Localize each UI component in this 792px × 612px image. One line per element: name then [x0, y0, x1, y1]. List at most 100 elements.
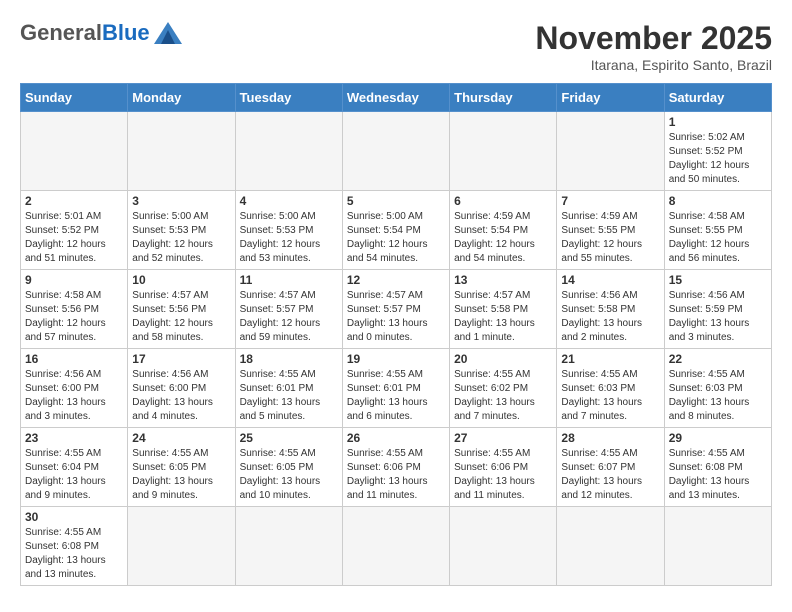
day-of-week-header: Tuesday: [235, 84, 342, 112]
day-number: 27: [454, 431, 552, 445]
calendar-cell: [235, 507, 342, 586]
calendar-week-row: 23 Sunrise: 4:55 AM Sunset: 6:04 PM Dayli…: [21, 428, 772, 507]
calendar-cell: [664, 507, 771, 586]
day-of-week-header: Friday: [557, 84, 664, 112]
logo-icon: [154, 22, 182, 44]
day-number: 15: [669, 273, 767, 287]
day-number: 18: [240, 352, 338, 366]
logo-blue: Blue: [102, 20, 150, 46]
day-info: Sunrise: 4:57 AM Sunset: 5:56 PM Dayligh…: [132, 289, 230, 345]
day-info: Sunrise: 5:00 AM Sunset: 5:53 PM Dayligh…: [132, 210, 230, 266]
day-of-week-header: Thursday: [450, 84, 557, 112]
calendar-week-row: 2 Sunrise: 5:01 AM Sunset: 5:52 PM Daylig…: [21, 191, 772, 270]
day-number: 6: [454, 194, 552, 208]
day-number: 10: [132, 273, 230, 287]
day-info: Sunrise: 4:56 AM Sunset: 5:59 PM Dayligh…: [669, 289, 767, 345]
day-number: 17: [132, 352, 230, 366]
calendar-cell: 13 Sunrise: 4:57 AM Sunset: 5:58 PM Dayli…: [450, 270, 557, 349]
day-info: Sunrise: 4:55 AM Sunset: 6:05 PM Dayligh…: [132, 447, 230, 503]
day-number: 2: [25, 194, 123, 208]
calendar-cell: 7 Sunrise: 4:59 AM Sunset: 5:55 PM Daylig…: [557, 191, 664, 270]
day-info: Sunrise: 4:55 AM Sunset: 6:01 PM Dayligh…: [240, 368, 338, 424]
day-number: 23: [25, 431, 123, 445]
day-info: Sunrise: 4:55 AM Sunset: 6:02 PM Dayligh…: [454, 368, 552, 424]
day-number: 26: [347, 431, 445, 445]
calendar-cell: 19 Sunrise: 4:55 AM Sunset: 6:01 PM Dayli…: [342, 349, 449, 428]
day-info: Sunrise: 4:56 AM Sunset: 6:00 PM Dayligh…: [132, 368, 230, 424]
day-info: Sunrise: 4:55 AM Sunset: 6:05 PM Dayligh…: [240, 447, 338, 503]
calendar-week-row: 16 Sunrise: 4:56 AM Sunset: 6:00 PM Dayli…: [21, 349, 772, 428]
day-info: Sunrise: 4:55 AM Sunset: 6:07 PM Dayligh…: [561, 447, 659, 503]
month-title: November 2025: [535, 20, 772, 57]
calendar-cell: 18 Sunrise: 4:55 AM Sunset: 6:01 PM Dayli…: [235, 349, 342, 428]
day-number: 14: [561, 273, 659, 287]
day-info: Sunrise: 4:58 AM Sunset: 5:56 PM Dayligh…: [25, 289, 123, 345]
calendar-cell: 11 Sunrise: 4:57 AM Sunset: 5:57 PM Dayli…: [235, 270, 342, 349]
day-number: 11: [240, 273, 338, 287]
calendar-cell: [235, 112, 342, 191]
day-info: Sunrise: 4:57 AM Sunset: 5:57 PM Dayligh…: [347, 289, 445, 345]
calendar-week-row: 9 Sunrise: 4:58 AM Sunset: 5:56 PM Daylig…: [21, 270, 772, 349]
day-number: 20: [454, 352, 552, 366]
calendar-table: SundayMondayTuesdayWednesdayThursdayFrid…: [20, 83, 772, 586]
day-number: 1: [669, 115, 767, 129]
day-number: 16: [25, 352, 123, 366]
calendar-cell: 14Sunrise: 4:56 AM Sunset: 5:58 PM Dayli…: [557, 270, 664, 349]
calendar-cell: [557, 507, 664, 586]
calendar-cell: 5Sunrise: 5:00 AM Sunset: 5:54 PM Daylig…: [342, 191, 449, 270]
calendar-cell: 23 Sunrise: 4:55 AM Sunset: 6:04 PM Dayli…: [21, 428, 128, 507]
day-info: Sunrise: 4:57 AM Sunset: 5:57 PM Dayligh…: [240, 289, 338, 345]
calendar-cell: 29Sunrise: 4:55 AM Sunset: 6:08 PM Dayli…: [664, 428, 771, 507]
day-number: 24: [132, 431, 230, 445]
day-number: 8: [669, 194, 767, 208]
day-of-week-header: Monday: [128, 84, 235, 112]
day-number: 12: [347, 273, 445, 287]
location-subtitle: Itarana, Espirito Santo, Brazil: [535, 57, 772, 73]
day-info: Sunrise: 4:55 AM Sunset: 6:04 PM Dayligh…: [25, 447, 123, 503]
day-number: 22: [669, 352, 767, 366]
calendar-cell: [128, 507, 235, 586]
calendar-cell: 26Sunrise: 4:55 AM Sunset: 6:06 PM Dayli…: [342, 428, 449, 507]
day-info: Sunrise: 5:02 AM Sunset: 5:52 PM Dayligh…: [669, 131, 767, 187]
day-info: Sunrise: 5:00 AM Sunset: 5:53 PM Dayligh…: [240, 210, 338, 266]
calendar-cell: [450, 507, 557, 586]
day-info: Sunrise: 4:55 AM Sunset: 6:06 PM Dayligh…: [454, 447, 552, 503]
calendar-cell: 6 Sunrise: 4:59 AM Sunset: 5:54 PM Daylig…: [450, 191, 557, 270]
calendar-cell: 2 Sunrise: 5:01 AM Sunset: 5:52 PM Daylig…: [21, 191, 128, 270]
calendar-cell: 30Sunrise: 4:55 AM Sunset: 6:08 PM Dayli…: [21, 507, 128, 586]
day-info: Sunrise: 5:01 AM Sunset: 5:52 PM Dayligh…: [25, 210, 123, 266]
day-number: 9: [25, 273, 123, 287]
logo: General Blue: [20, 20, 182, 46]
calendar-cell: 10 Sunrise: 4:57 AM Sunset: 5:56 PM Dayli…: [128, 270, 235, 349]
calendar-cell: 12 Sunrise: 4:57 AM Sunset: 5:57 PM Dayli…: [342, 270, 449, 349]
day-info: Sunrise: 4:59 AM Sunset: 5:54 PM Dayligh…: [454, 210, 552, 266]
day-info: Sunrise: 4:58 AM Sunset: 5:55 PM Dayligh…: [669, 210, 767, 266]
day-info: Sunrise: 4:59 AM Sunset: 5:55 PM Dayligh…: [561, 210, 659, 266]
day-number: 13: [454, 273, 552, 287]
calendar-cell: 17 Sunrise: 4:56 AM Sunset: 6:00 PM Dayli…: [128, 349, 235, 428]
calendar-cell: 25 Sunrise: 4:55 AM Sunset: 6:05 PM Dayli…: [235, 428, 342, 507]
calendar-cell: 20 Sunrise: 4:55 AM Sunset: 6:02 PM Dayli…: [450, 349, 557, 428]
calendar-cell: 16 Sunrise: 4:56 AM Sunset: 6:00 PM Dayli…: [21, 349, 128, 428]
day-number: 7: [561, 194, 659, 208]
day-number: 19: [347, 352, 445, 366]
calendar-cell: 21Sunrise: 4:55 AM Sunset: 6:03 PM Dayli…: [557, 349, 664, 428]
day-info: Sunrise: 4:55 AM Sunset: 6:08 PM Dayligh…: [25, 526, 123, 582]
calendar-week-row: 1 Sunrise: 5:02 AM Sunset: 5:52 PM Daylig…: [21, 112, 772, 191]
day-info: Sunrise: 4:57 AM Sunset: 5:58 PM Dayligh…: [454, 289, 552, 345]
day-number: 21: [561, 352, 659, 366]
day-number: 25: [240, 431, 338, 445]
calendar-cell: 28Sunrise: 4:55 AM Sunset: 6:07 PM Dayli…: [557, 428, 664, 507]
calendar-cell: 27 Sunrise: 4:55 AM Sunset: 6:06 PM Dayli…: [450, 428, 557, 507]
day-info: Sunrise: 4:55 AM Sunset: 6:01 PM Dayligh…: [347, 368, 445, 424]
day-number: 3: [132, 194, 230, 208]
calendar-cell: [342, 112, 449, 191]
title-block: November 2025 Itarana, Espirito Santo, B…: [535, 20, 772, 73]
calendar-cell: [450, 112, 557, 191]
day-info: Sunrise: 4:55 AM Sunset: 6:03 PM Dayligh…: [669, 368, 767, 424]
calendar-week-row: 30Sunrise: 4:55 AM Sunset: 6:08 PM Dayli…: [21, 507, 772, 586]
day-number: 5: [347, 194, 445, 208]
day-of-week-header: Wednesday: [342, 84, 449, 112]
calendar-cell: 9 Sunrise: 4:58 AM Sunset: 5:56 PM Daylig…: [21, 270, 128, 349]
day-info: Sunrise: 4:56 AM Sunset: 6:00 PM Dayligh…: [25, 368, 123, 424]
